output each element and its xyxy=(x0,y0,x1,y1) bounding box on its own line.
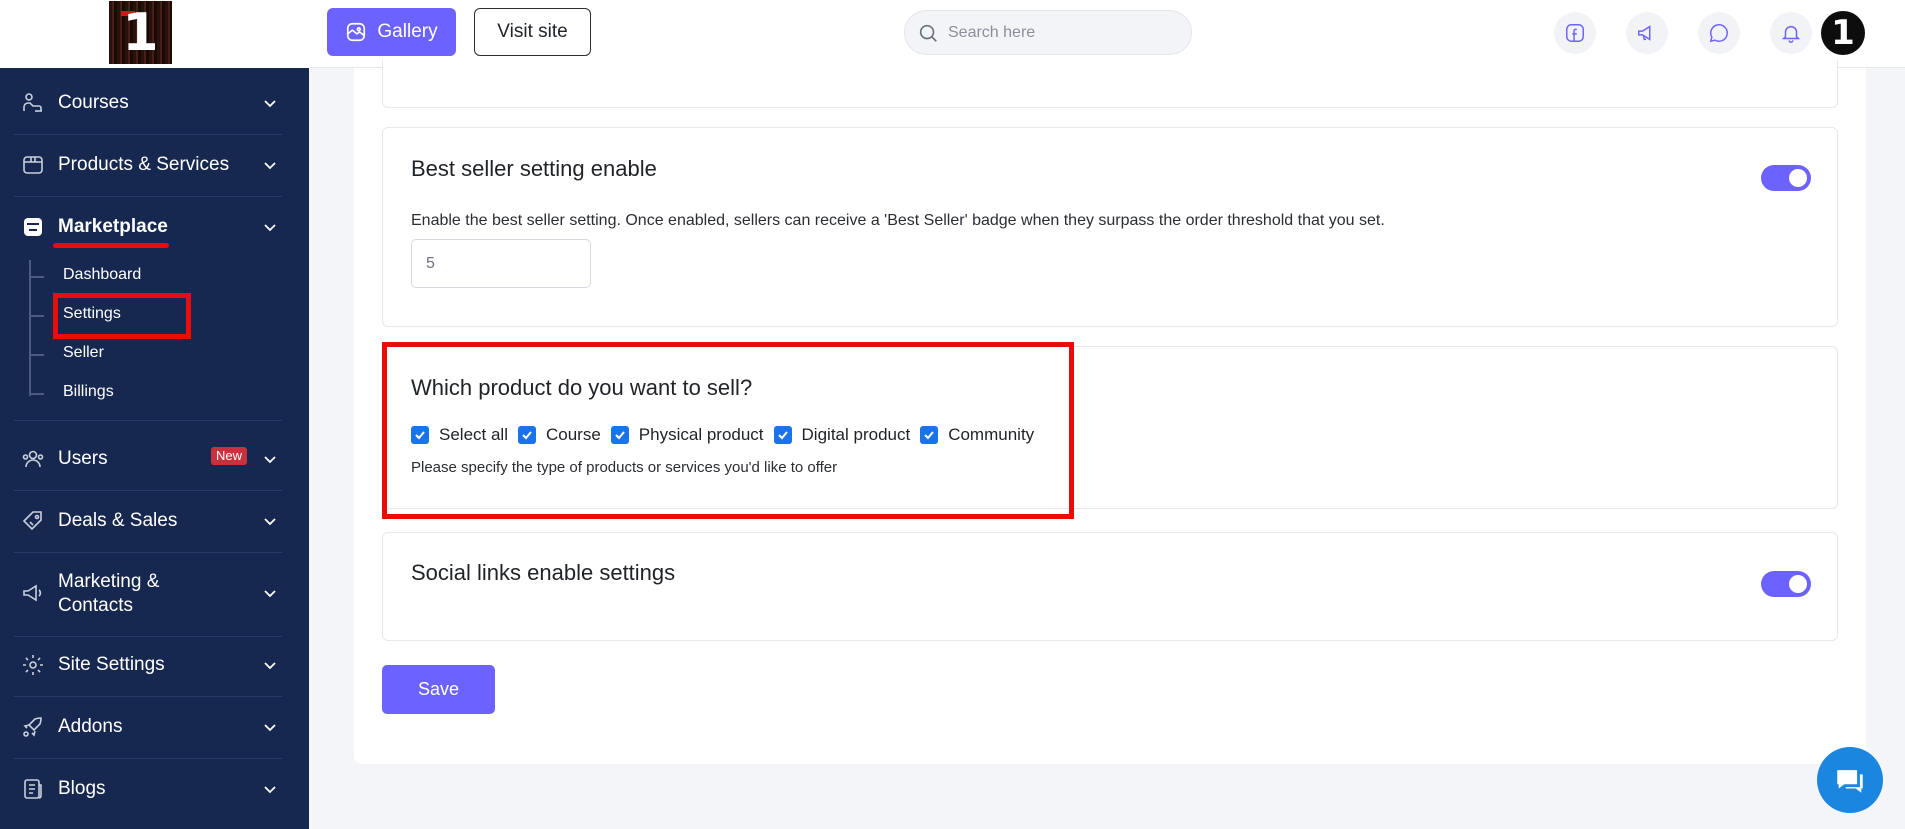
search-icon xyxy=(919,24,937,42)
divider xyxy=(14,636,282,637)
bell-icon xyxy=(1781,25,1801,43)
sidebar-item-products-services[interactable]: Products & Services xyxy=(0,152,309,177)
chevron-down-icon xyxy=(264,455,276,463)
chat-bubble-icon xyxy=(1837,770,1863,793)
sidebar-subitem-label: Dashboard xyxy=(63,266,142,283)
new-badge: New xyxy=(211,447,248,465)
social-links-section: Social links enable settings xyxy=(382,532,1838,641)
sidebar-item-courses[interactable]: Courses xyxy=(0,90,309,115)
section-description: Enable the best seller setting. Once ena… xyxy=(411,212,1385,229)
sidebar-item-label: Courses xyxy=(58,92,129,113)
megaphone-icon xyxy=(1638,25,1651,41)
divider xyxy=(14,552,282,553)
best-seller-threshold-input[interactable] xyxy=(411,239,591,288)
logo-text: 1 xyxy=(122,3,159,63)
facebook-button[interactable] xyxy=(1554,12,1596,54)
sidebar-item-label: Marketing & xyxy=(58,571,160,592)
best-seller-section: Best seller setting enable Enable the be… xyxy=(382,127,1838,327)
sidebar-subitem-dashboard[interactable]: Dashboard xyxy=(30,261,270,291)
sidebar-item-label: Marketplace xyxy=(58,216,168,237)
visit-site-button[interactable]: Visit site xyxy=(474,8,591,56)
sidebar-item-addons[interactable]: Addons xyxy=(0,714,309,739)
sidebar-item-site-settings[interactable]: Site Settings xyxy=(0,652,309,677)
chevron-down-icon xyxy=(264,590,276,598)
search-box xyxy=(904,10,1192,55)
sidebar-item-label: Users xyxy=(58,448,108,469)
chat-icon xyxy=(1709,24,1728,43)
sidebar-subitem-label: Billings xyxy=(63,383,114,400)
chevron-down-icon xyxy=(264,161,276,169)
chevron-down-icon xyxy=(264,661,276,669)
megaphone-icon xyxy=(20,580,46,606)
best-seller-toggle[interactable] xyxy=(1761,165,1811,191)
section-previous xyxy=(382,60,1838,108)
sidebar-subitem-label: Seller xyxy=(63,344,104,361)
site-logo[interactable]: 1 xyxy=(109,1,172,64)
sidebar-item-deals-sales[interactable]: Deals & Sales xyxy=(0,508,309,533)
sidebar-item-label: Deals & Sales xyxy=(58,510,178,531)
courses-icon xyxy=(20,90,46,116)
document-icon xyxy=(20,776,46,802)
chevron-down-icon xyxy=(264,99,276,107)
rocket-icon xyxy=(20,714,46,740)
gear-icon xyxy=(20,652,46,678)
notifications-button[interactable] xyxy=(1770,12,1812,54)
avatar[interactable]: 1 xyxy=(1821,11,1865,55)
logo-area: 1 xyxy=(0,0,309,68)
top-header: Gallery Visit site 1 xyxy=(309,0,1905,68)
chevron-down-icon xyxy=(264,223,276,231)
active-underline xyxy=(53,243,169,248)
social-links-toggle[interactable] xyxy=(1761,571,1811,597)
box-icon xyxy=(20,152,46,178)
divider xyxy=(14,758,282,759)
live-chat-button[interactable] xyxy=(1817,747,1883,813)
sidebar-item-blogs[interactable]: Blogs xyxy=(0,776,309,801)
search-input[interactable] xyxy=(948,19,1178,47)
divider xyxy=(14,420,282,421)
gallery-label: Gallery xyxy=(377,21,438,42)
section-title: Social links enable settings xyxy=(411,560,676,585)
visit-site-label: Visit site xyxy=(497,21,568,42)
tag-icon xyxy=(20,508,46,534)
chevron-down-icon xyxy=(264,517,276,525)
announcement-button[interactable] xyxy=(1626,12,1668,54)
sidebar-item-marketing-contacts[interactable]: Marketing & Contacts xyxy=(0,568,309,618)
gallery-button[interactable]: Gallery xyxy=(327,8,456,56)
gallery-icon xyxy=(347,22,366,42)
save-button[interactable]: Save xyxy=(382,665,495,714)
chevron-down-icon xyxy=(264,785,276,793)
messages-button[interactable] xyxy=(1698,12,1740,54)
users-icon xyxy=(20,446,46,472)
sidebar-item-marketplace[interactable]: Marketplace xyxy=(0,214,309,239)
sidebar-item-label-line2: Contacts xyxy=(58,595,133,616)
product-types-highlight-box xyxy=(382,342,1074,519)
sidebar-item-label: Addons xyxy=(58,716,123,737)
sidebar-item-label: Products & Services xyxy=(58,154,230,175)
store-icon xyxy=(20,214,46,240)
sidebar-subitem-billings[interactable]: Billings xyxy=(30,378,270,408)
sidebar-item-label: Site Settings xyxy=(58,654,165,675)
sidebar-subitem-seller[interactable]: Seller xyxy=(30,339,270,369)
divider xyxy=(14,196,282,197)
sidebar: 1 Courses Products & Services Marketplac… xyxy=(0,0,309,829)
divider xyxy=(14,490,282,491)
chevron-down-icon xyxy=(264,723,276,731)
sidebar-item-users[interactable]: Users New xyxy=(0,446,309,471)
divider xyxy=(14,134,282,135)
section-title: Best seller setting enable xyxy=(411,156,657,181)
settings-highlight-box xyxy=(53,293,191,339)
facebook-icon xyxy=(1566,24,1584,42)
divider xyxy=(14,696,282,697)
sidebar-item-label: Blogs xyxy=(58,778,106,799)
